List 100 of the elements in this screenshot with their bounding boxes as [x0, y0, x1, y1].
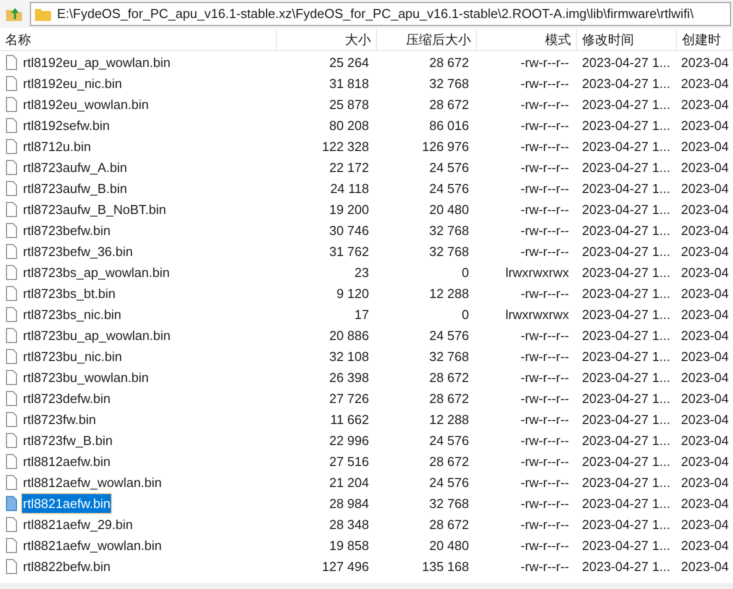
file-name[interactable]: rtl8723defw.bin — [22, 388, 112, 408]
column-header[interactable]: 大小 — [277, 29, 377, 50]
address-field[interactable]: E:\FydeOS_for_PC_apu_v16.1-stable.xz\FydeOS_for_PC_apu_v16.1-stable\2.ROOT-A.img\lib\firmware\rtlwifi\ — [30, 2, 731, 26]
file-icon — [6, 475, 17, 490]
size-cell-text: 9 120 — [335, 284, 370, 303]
file-name[interactable]: rtl8192sefw.bin — [22, 116, 111, 136]
file-icon — [6, 244, 17, 259]
size-cell-text: 22 172 — [328, 158, 370, 177]
file-icon — [6, 349, 17, 364]
mode-cell-text: -rw-r--r-- — [520, 452, 570, 471]
size-cell-text: 23 — [354, 264, 370, 282]
created-cell-text: 2023-04 — [680, 410, 730, 429]
file-name[interactable]: rtl8192eu_nic.bin — [22, 74, 124, 94]
file-name[interactable]: rtl8821aefw_wowlan.bin — [22, 536, 163, 556]
created-cell-text: 2023-04 — [680, 390, 730, 408]
file-name[interactable]: rtl8723befw.bin — [22, 220, 112, 240]
file-name[interactable]: rtl8723bu_nic.bin — [22, 346, 124, 366]
column-header[interactable]: 压缩后大小 — [377, 29, 477, 50]
modified-cell-text: 2023-04-27 1... — [581, 242, 672, 261]
created-cell-text: 2023-04 — [680, 284, 730, 303]
packed-size-cell-text: 32 768 — [428, 222, 470, 240]
size-cell-text: 24 118 — [329, 180, 370, 198]
created-cell-text: 2023-04 — [680, 138, 730, 156]
file-icon — [6, 433, 17, 448]
packed-size-cell-text: 135 168 — [421, 558, 470, 576]
file-icon — [6, 160, 17, 175]
created-cell-text: 2023-04 — [680, 54, 730, 72]
modified-cell-text: 2023-04-27 1... — [581, 558, 672, 576]
file-icon — [6, 181, 17, 196]
size-cell-text: 30 746 — [328, 222, 370, 240]
file-name[interactable]: rtl8712u.bin — [22, 136, 92, 156]
file-name[interactable]: rtl8812aefw_wowlan.bin — [22, 472, 163, 492]
column-header[interactable]: 修改时间 — [577, 29, 677, 50]
packed-size-cell-text: 28 672 — [428, 452, 470, 471]
size-cell-text: 11 662 — [329, 410, 370, 429]
file-name[interactable]: rtl8723aufw_A.bin — [22, 158, 128, 178]
file-name[interactable]: rtl8723fw.bin — [22, 410, 97, 430]
column-header[interactable]: 创建时 — [677, 29, 733, 50]
size-cell-text: 22 996 — [328, 432, 370, 450]
packed-size-cell-text: 12 288 — [428, 284, 470, 303]
modified-cell-text: 2023-04-27 1... — [581, 54, 672, 72]
packed-size-cell-text: 32 768 — [428, 494, 470, 513]
file-name[interactable]: rtl8192eu_wowlan.bin — [22, 94, 150, 114]
file-name[interactable]: rtl8723fw_B.bin — [22, 430, 114, 450]
size-cell-text: 28 984 — [328, 494, 370, 513]
file-name[interactable]: rtl8821aefw_29.bin — [22, 514, 134, 534]
mode-cell-text: -rw-r--r-- — [520, 348, 570, 366]
created-cell-text: 2023-04 — [680, 432, 730, 450]
file-icon — [6, 412, 17, 427]
file-name[interactable]: rtl8723befw_36.bin — [22, 242, 134, 262]
file-icon — [6, 559, 17, 574]
column-header[interactable]: 名称 — [0, 29, 277, 50]
mode-cell-text: -rw-r--r-- — [520, 558, 570, 576]
size-cell-text: 31 762 — [328, 242, 370, 261]
size-cell-text: 25 264 — [328, 54, 370, 72]
file-name[interactable]: rtl8723bu_ap_wowlan.bin — [22, 326, 172, 346]
modified-cell-text: 2023-04-27 1... — [581, 326, 672, 345]
size-cell-text: 21 204 — [328, 474, 370, 492]
file-name[interactable]: rtl8723bs_nic.bin — [22, 304, 122, 324]
file-icon — [6, 118, 17, 133]
size-cell-text: 17 — [354, 306, 370, 324]
created-cell-text: 2023-04 — [680, 306, 730, 324]
size-cell-text: 27 726 — [328, 390, 370, 408]
file-name[interactable]: rtl8723aufw_B.bin — [22, 178, 128, 198]
modified-cell-text: 2023-04-27 1... — [581, 116, 672, 135]
packed-size-cell-text: 32 768 — [428, 348, 470, 366]
file-name[interactable]: rtl8821aefw.bin — [22, 494, 112, 514]
modified-cell-text: 2023-04-27 1... — [581, 284, 672, 303]
file-name[interactable]: rtl8723aufw_B_NoBT.bin — [22, 200, 168, 220]
mode-cell-text: -rw-r--r-- — [520, 54, 570, 72]
file-name[interactable]: rtl8723bs_bt.bin — [22, 284, 117, 304]
size-cell-text: 20 886 — [328, 326, 370, 345]
size-cell-text: 80 208 — [328, 116, 370, 135]
file-name[interactable]: rtl8723bu_wowlan.bin — [22, 368, 150, 388]
created-cell-text: 2023-04 — [680, 558, 730, 576]
file-name[interactable]: rtl8812aefw.bin — [22, 452, 112, 472]
created-cell-text: 2023-04 — [680, 452, 730, 471]
size-cell-text: 127 496 — [321, 558, 370, 576]
file-name[interactable]: rtl8192eu_ap_wowlan.bin — [22, 52, 172, 72]
mode-cell-text: -rw-r--r-- — [520, 96, 570, 114]
created-cell-text: 2023-04 — [680, 474, 730, 492]
file-name[interactable]: rtl8822befw.bin — [22, 556, 112, 576]
packed-size-cell-text: 20 480 — [428, 200, 470, 219]
column-header[interactable]: 模式 — [477, 29, 577, 50]
size-cell-text: 28 348 — [328, 516, 370, 534]
packed-size-cell-text: 24 576 — [428, 158, 470, 177]
modified-cell-text: 2023-04-27 1... — [581, 200, 672, 219]
mode-cell-text: -rw-r--r-- — [520, 494, 570, 513]
packed-size-cell-text: 126 976 — [421, 138, 470, 156]
mode-cell-text: -rw-r--r-- — [520, 158, 570, 177]
mode-cell-text: -rw-r--r-- — [520, 516, 570, 534]
modified-cell-text: 2023-04-27 1... — [581, 390, 672, 408]
mode-cell-text: -rw-r--r-- — [520, 222, 570, 240]
modified-cell-text: 2023-04-27 1... — [581, 306, 672, 324]
modified-cell-text: 2023-04-27 1... — [581, 74, 672, 93]
file-name[interactable]: rtl8723bs_ap_wowlan.bin — [22, 262, 171, 282]
created-cell-text: 2023-04 — [680, 180, 730, 198]
modified-cell-text: 2023-04-27 1... — [581, 158, 672, 177]
file-icon — [6, 55, 17, 70]
created-cell-text: 2023-04 — [680, 200, 730, 219]
